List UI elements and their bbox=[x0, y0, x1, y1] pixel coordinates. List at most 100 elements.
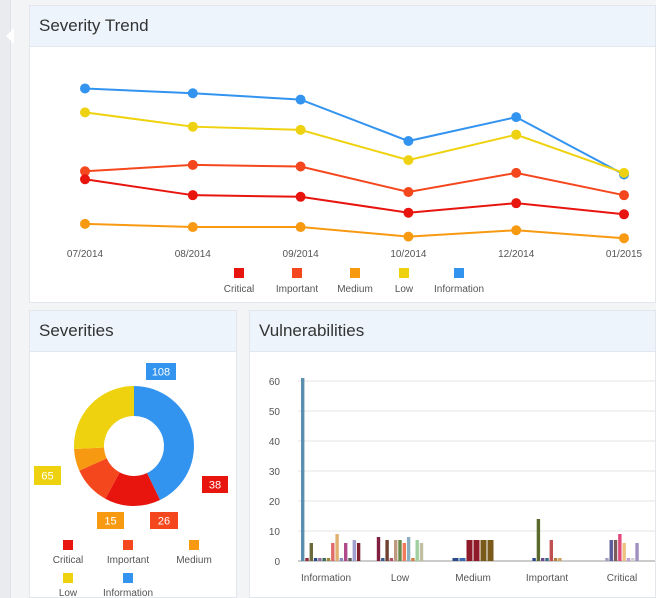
data-point-low bbox=[511, 129, 522, 140]
legend-swatch-low bbox=[63, 573, 73, 583]
bar-important bbox=[532, 558, 536, 561]
legend-label-important: Important bbox=[276, 284, 318, 295]
bar-low bbox=[406, 537, 411, 561]
bar-critical bbox=[609, 540, 613, 561]
bar-information bbox=[313, 558, 318, 561]
bar-information bbox=[335, 534, 339, 561]
series-line-low bbox=[84, 111, 625, 174]
bar-low bbox=[389, 558, 394, 561]
donut-slice-low bbox=[74, 386, 134, 449]
data-point-important bbox=[187, 159, 198, 170]
legend-swatch-medium bbox=[350, 268, 360, 278]
bar-information bbox=[344, 543, 348, 561]
legend-label-critical: Critical bbox=[224, 284, 255, 295]
bar-low bbox=[376, 537, 381, 561]
data-point-important bbox=[511, 167, 522, 178]
bar-information bbox=[301, 378, 305, 561]
legend-swatch-medium bbox=[189, 540, 199, 550]
data-point-medium bbox=[295, 222, 306, 233]
severity-trend-chart: 07/2014 08/2014 09/2014 10/2014 12/2014 01/20… bbox=[67, 83, 643, 295]
bar-important bbox=[553, 558, 558, 561]
y-tick-label: 40 bbox=[269, 437, 281, 448]
legend-label-low: Low bbox=[395, 284, 414, 295]
bar-information bbox=[352, 540, 356, 561]
data-point-important bbox=[295, 161, 306, 172]
bar-information bbox=[326, 558, 331, 561]
y-tick-label: 10 bbox=[269, 527, 281, 538]
bar-medium bbox=[466, 540, 473, 561]
left-sidebar bbox=[0, 0, 14, 598]
bar-important bbox=[545, 558, 549, 561]
x-tick-label: 10/2014 bbox=[390, 249, 427, 260]
bar-information bbox=[318, 558, 322, 561]
x-tick-label: 01/2015 bbox=[606, 249, 643, 260]
bar-important bbox=[541, 558, 545, 561]
legend-swatch-critical bbox=[63, 540, 73, 550]
data-point-critical bbox=[187, 190, 198, 201]
bar-medium bbox=[473, 540, 480, 561]
bar-low bbox=[402, 543, 406, 561]
value-label-medium: 15 bbox=[104, 516, 116, 528]
data-point-medium bbox=[403, 231, 414, 242]
legend-label-low: Low bbox=[59, 588, 78, 598]
severity-trend-panel: Severity Trend 07/2014 08/2014 09/2014 10/2… bbox=[29, 5, 656, 303]
legend-swatch-information bbox=[454, 268, 464, 278]
data-point-important bbox=[619, 190, 629, 201]
data-point-information bbox=[187, 88, 198, 99]
bar-critical bbox=[605, 558, 609, 561]
x-tick-label: 07/2014 bbox=[67, 249, 104, 260]
bar-critical bbox=[622, 543, 626, 561]
legend-label-important: Important bbox=[107, 555, 149, 566]
data-point-information bbox=[80, 83, 90, 94]
active-pointer bbox=[6, 28, 14, 44]
x-tick-label: 09/2014 bbox=[283, 249, 320, 260]
data-point-critical bbox=[403, 207, 414, 218]
value-label-low: 65 bbox=[41, 471, 53, 483]
x-tick-label: Low bbox=[391, 573, 410, 584]
bar-important bbox=[558, 558, 562, 561]
value-label-critical: 38 bbox=[209, 480, 221, 492]
legend-swatch-important bbox=[292, 268, 302, 278]
bar-low bbox=[411, 558, 415, 561]
bar-medium bbox=[480, 540, 487, 561]
y-tick-label: 0 bbox=[274, 557, 280, 568]
severities-donut-chart: 108 38 26 15 65 Critical Important Medium Low Inf… bbox=[34, 363, 228, 598]
value-label-important: 26 bbox=[158, 516, 170, 528]
bar-low bbox=[385, 540, 389, 561]
y-tick-label: 30 bbox=[269, 467, 281, 478]
data-point-medium bbox=[619, 233, 629, 244]
bar-information bbox=[309, 543, 313, 561]
vulnerabilities-bar-chart: 0 10 20 30 40 50 60 Information Low Medium Importa… bbox=[269, 377, 655, 584]
bar-important bbox=[549, 540, 553, 561]
legend-swatch-information bbox=[123, 573, 133, 583]
bar-low bbox=[394, 540, 398, 561]
bar-medium bbox=[487, 540, 494, 561]
bar-information bbox=[331, 543, 335, 561]
bar-information bbox=[339, 558, 344, 561]
vulnerabilities-panel: Vulnerabilities 0 10 20 30 40 50 60 Information… bbox=[249, 310, 656, 598]
bar-information bbox=[348, 558, 352, 561]
bar-medium bbox=[459, 558, 466, 561]
bar-critical bbox=[618, 534, 622, 561]
bar-low bbox=[381, 558, 385, 561]
bar-critical bbox=[626, 558, 631, 561]
data-point-information bbox=[403, 136, 414, 147]
bar-low bbox=[398, 540, 402, 561]
legend-label-information: Information bbox=[103, 588, 153, 598]
data-point-low bbox=[403, 155, 414, 166]
series-line-critical bbox=[84, 178, 625, 216]
legend-swatch-low bbox=[399, 268, 409, 278]
legend-swatch-important bbox=[123, 540, 133, 550]
bar-low bbox=[415, 540, 419, 561]
bar-critical bbox=[635, 543, 639, 561]
data-point-medium bbox=[187, 222, 198, 233]
bar-information bbox=[356, 543, 361, 561]
data-point-low bbox=[619, 167, 629, 178]
data-point-critical bbox=[511, 198, 522, 209]
data-point-medium bbox=[80, 218, 90, 229]
bar-important bbox=[536, 519, 541, 561]
legend-label-information: Information bbox=[434, 284, 484, 295]
bar-medium bbox=[452, 558, 459, 561]
bar-low bbox=[419, 543, 424, 561]
legend-label-critical: Critical bbox=[53, 555, 84, 566]
